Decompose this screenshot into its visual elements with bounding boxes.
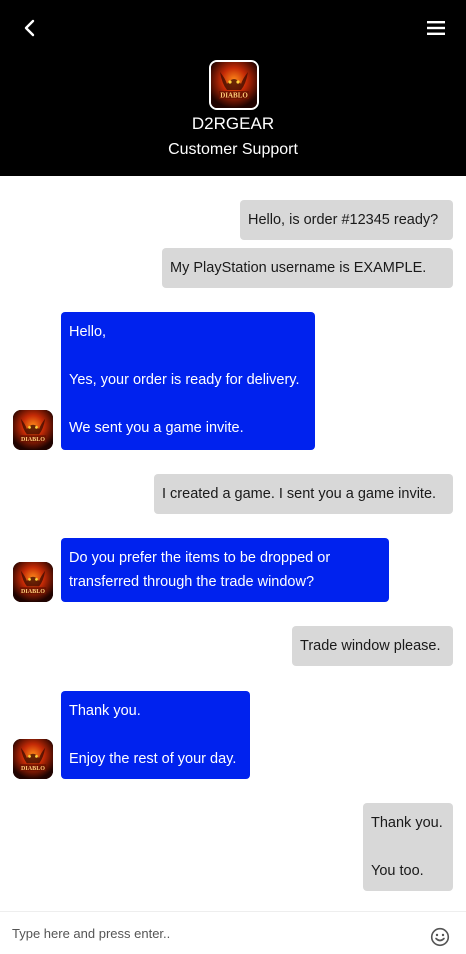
smiley-face-icon: [430, 927, 450, 947]
user-message: Trade window please.: [292, 626, 453, 666]
diablo-avatar-icon: DIABLO: [13, 562, 53, 602]
user-message: My PlayStation username is EXAMPLE.: [162, 248, 453, 288]
agent-message: Thank you. Enjoy the rest of your day.: [61, 691, 250, 779]
brand-logo: DIABLO: [209, 60, 259, 110]
hamburger-menu-icon: [427, 21, 445, 35]
chat-app: DIABLO D2RGEAR Customer Support Hello, i…: [0, 0, 466, 954]
user-message: I created a game. I sent you a game invi…: [154, 474, 453, 514]
diablo-avatar-icon: DIABLO: [13, 739, 53, 779]
message-composer: [0, 911, 466, 954]
diablo-logo-icon: DIABLO: [211, 62, 257, 108]
user-message: Thank you. You too.: [363, 803, 453, 891]
back-button[interactable]: [18, 16, 42, 40]
agent-avatar: DIABLO: [13, 410, 53, 450]
svg-text:DIABLO: DIABLO: [220, 92, 248, 100]
emoji-button[interactable]: [430, 927, 450, 947]
svg-text:DIABLO: DIABLO: [21, 766, 45, 772]
chat-header: DIABLO D2RGEAR Customer Support: [0, 0, 466, 176]
agent-avatar: DIABLO: [13, 562, 53, 602]
menu-button[interactable]: [424, 16, 448, 40]
svg-text:DIABLO: DIABLO: [21, 437, 45, 443]
svg-text:DIABLO: DIABLO: [21, 589, 45, 595]
agent-avatar: DIABLO: [13, 739, 53, 779]
brand-name: D2RGEAR: [191, 114, 275, 133]
chevron-left-icon: [24, 19, 35, 37]
agent-message: Hello, Yes, your order is ready for deli…: [61, 312, 315, 450]
user-message: Hello, is order #12345 ready?: [240, 200, 453, 240]
support-subtitle: Customer Support: [168, 141, 298, 158]
message-input[interactable]: [12, 922, 412, 944]
diablo-avatar-icon: DIABLO: [13, 410, 53, 450]
agent-message: Do you prefer the items to be dropped or…: [61, 538, 389, 602]
